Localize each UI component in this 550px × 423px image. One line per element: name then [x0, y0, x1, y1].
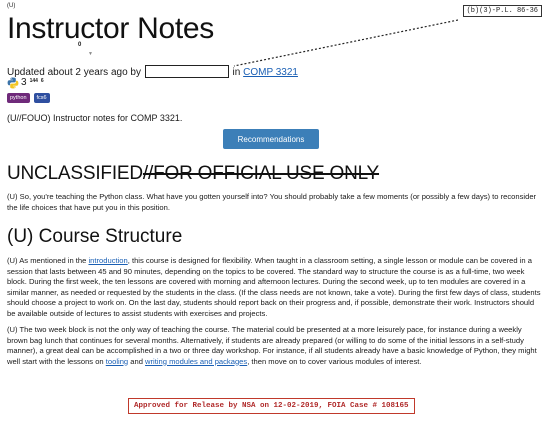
classification-banner: UNCLASSIFIED//FOR OFFICIAL USE ONLY	[7, 163, 379, 185]
redaction-leader-line	[233, 19, 458, 67]
intro-line: (U//FOUO) Instructor notes for COMP 3321…	[7, 113, 183, 123]
intro-paragraph: (U) So, you're teaching the Python class…	[7, 192, 537, 212]
p2-text-a: (U) As mentioned in the	[7, 256, 89, 265]
release-stamp: Approved for Release by NSA on 12-02-201…	[128, 398, 415, 414]
banner-struck-caveat: //FOR OFFICIAL USE ONLY	[142, 163, 380, 184]
writing-modules-link[interactable]: writing modules and packages	[145, 357, 247, 366]
course-link[interactable]: COMP 3321	[243, 67, 298, 78]
caret-down-icon[interactable]: ▼	[88, 51, 93, 57]
stat-b: 6	[40, 78, 44, 84]
p2-text-b: , this course is designed for flexibilit…	[7, 256, 541, 318]
course-structure-paragraph: (U) As mentioned in the introduction, th…	[7, 256, 544, 319]
section-heading: (U) Course Structure	[7, 226, 183, 247]
introduction-link[interactable]: introduction	[88, 256, 127, 265]
tag-python[interactable]: python	[7, 93, 30, 103]
in-word: in	[232, 67, 241, 78]
exemption-stamp: (b)(3)-P.L. 86-36	[462, 5, 542, 17]
alternative-format-paragraph: (U) The two week block is not the only w…	[7, 325, 544, 367]
page-title: Instructor Notes	[7, 12, 214, 45]
p3-text-mid: and	[128, 356, 146, 366]
updated-line: Updated about 2 years ago by in COMP 332…	[7, 65, 298, 78]
tag-list: python fcs6	[7, 93, 50, 103]
tooling-link[interactable]: tooling	[106, 357, 128, 366]
p3-text-b: , then move on to cover various modules …	[247, 356, 422, 366]
python-logo-icon	[7, 77, 19, 89]
stray-digit: 0	[78, 42, 82, 48]
classification-mark: (U)	[7, 3, 16, 9]
banner-classification: UNCLASSIFIED	[7, 163, 143, 184]
tag-fcs6[interactable]: fcs6	[33, 93, 50, 103]
stats-row: 3 144 6	[7, 77, 44, 89]
recommendations-button[interactable]: Recommendations	[223, 129, 319, 149]
redacted-author-box	[144, 65, 229, 78]
stat-a: 144	[29, 78, 38, 84]
stat-count: 3	[21, 77, 27, 88]
